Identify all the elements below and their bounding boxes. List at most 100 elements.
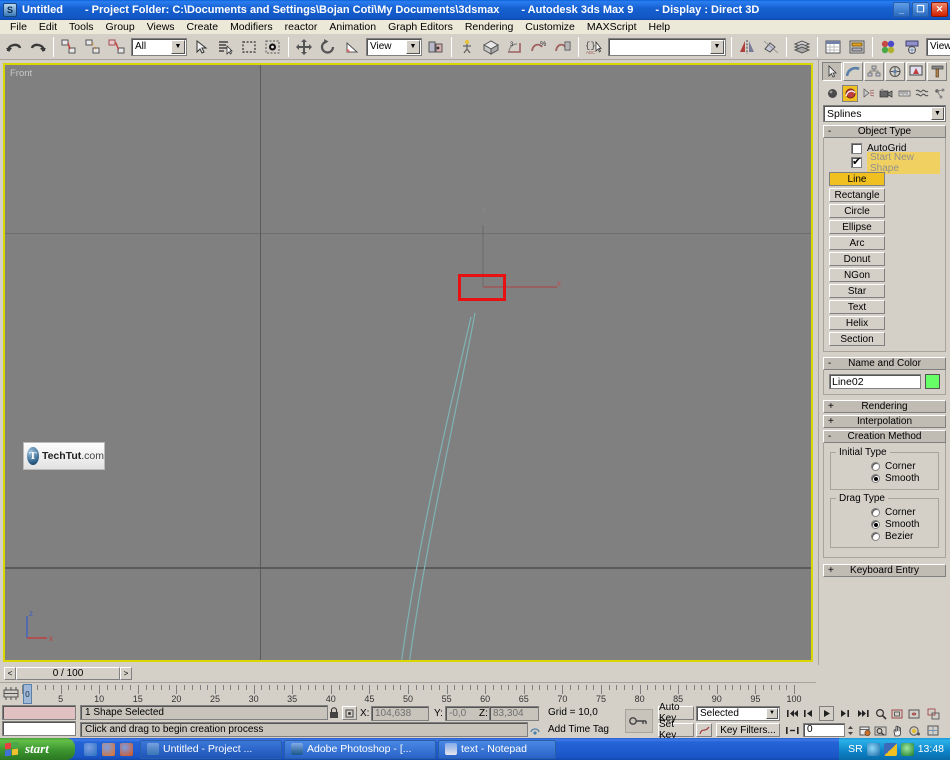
object-type-ngon-button[interactable]: NGon bbox=[829, 268, 885, 282]
go-to-start-icon[interactable] bbox=[785, 706, 800, 721]
time-slider-current-frame[interactable]: 0 / 100 bbox=[16, 667, 120, 680]
rendering-header[interactable]: + Rendering bbox=[823, 400, 946, 413]
time-slider-next-button[interactable]: > bbox=[120, 667, 132, 680]
edit-named-selection-sets-icon[interactable]: {} ABC bbox=[583, 35, 605, 58]
systems-button[interactable] bbox=[932, 84, 948, 102]
initial-type-smooth-row[interactable]: Smooth bbox=[835, 472, 934, 484]
select-and-manipulate-icon[interactable] bbox=[456, 35, 478, 58]
menu-item-file[interactable]: File bbox=[4, 20, 33, 34]
redo-icon[interactable] bbox=[27, 35, 49, 58]
drag-type-bezier-radio[interactable] bbox=[871, 531, 880, 541]
menu-item-group[interactable]: Group bbox=[100, 20, 141, 34]
taskbar-item[interactable]: Adobe Photoshop - [... bbox=[284, 739, 436, 759]
play-animation-icon[interactable] bbox=[819, 706, 834, 721]
lock-selection-icon[interactable] bbox=[326, 706, 341, 720]
bind-to-space-warp-icon[interactable] bbox=[106, 35, 128, 58]
maximize-button[interactable]: ❐ bbox=[912, 2, 929, 17]
arc-rotate-icon[interactable] bbox=[907, 723, 922, 738]
object-name-input[interactable]: Line02 bbox=[829, 374, 921, 389]
maxscript-mini-listener[interactable] bbox=[2, 705, 76, 737]
object-type-rectangle-button[interactable]: Rectangle bbox=[829, 188, 885, 202]
menu-item-edit[interactable]: Edit bbox=[33, 20, 63, 34]
object-category-combo[interactable]: Splines ▼ bbox=[823, 105, 946, 122]
key-mode-toggle-icon[interactable] bbox=[785, 723, 800, 738]
select-and-move-icon[interactable] bbox=[293, 35, 315, 58]
time-slider-prev-button[interactable]: < bbox=[4, 667, 16, 680]
select-by-name-icon[interactable] bbox=[214, 35, 236, 58]
time-configuration-icon[interactable] bbox=[857, 723, 872, 738]
x-coordinate-field[interactable]: 104,638 bbox=[371, 706, 429, 721]
object-type-header[interactable]: - Object Type bbox=[823, 125, 946, 138]
key-filters-button[interactable]: Key Filters... bbox=[716, 723, 780, 737]
go-to-end-icon[interactable] bbox=[855, 706, 870, 721]
chevron-down-icon[interactable]: ▼ bbox=[710, 39, 724, 54]
previous-frame-icon[interactable] bbox=[802, 706, 817, 721]
select-object-icon[interactable] bbox=[190, 35, 212, 58]
antivirus-icon[interactable] bbox=[900, 742, 914, 756]
cameras-button[interactable] bbox=[878, 84, 894, 102]
frame-spinner[interactable] bbox=[846, 723, 854, 737]
firefox-icon[interactable] bbox=[120, 742, 133, 756]
render-type-combo[interactable]: View ▼ bbox=[926, 37, 950, 56]
interpolation-header[interactable]: + Interpolation bbox=[823, 415, 946, 428]
display-tab[interactable] bbox=[906, 62, 926, 81]
set-key-button[interactable]: Set Key bbox=[658, 719, 694, 741]
helpers-button[interactable] bbox=[896, 84, 912, 102]
object-type-circle-button[interactable]: Circle bbox=[829, 204, 885, 218]
name-and-color-header[interactable]: - Name and Color bbox=[823, 357, 946, 370]
tray-language-indicator[interactable]: SR bbox=[848, 743, 863, 755]
undo-icon[interactable] bbox=[3, 35, 25, 58]
spinner-snap-toggle-icon[interactable] bbox=[552, 35, 574, 58]
mirror-icon[interactable] bbox=[736, 35, 758, 58]
object-type-line-button[interactable]: Line bbox=[829, 172, 885, 186]
menu-item-graph-editors[interactable]: Graph Editors bbox=[382, 20, 459, 34]
chevron-down-icon[interactable]: ▼ bbox=[766, 708, 778, 719]
menu-item-animation[interactable]: Animation bbox=[323, 20, 382, 34]
layer-manager-icon[interactable] bbox=[791, 35, 813, 58]
close-button[interactable]: ✕ bbox=[931, 2, 948, 17]
zoom-extents-all-icon[interactable] bbox=[926, 706, 941, 721]
drag-type-bezier-row[interactable]: Bezier bbox=[835, 530, 934, 542]
align-icon[interactable] bbox=[760, 35, 782, 58]
internet-explorer-icon[interactable] bbox=[84, 742, 97, 756]
field-of-view-icon[interactable] bbox=[873, 723, 888, 738]
media-player-icon[interactable] bbox=[102, 742, 115, 756]
menu-item-tools[interactable]: Tools bbox=[63, 20, 100, 34]
hierarchy-tab[interactable] bbox=[864, 62, 884, 81]
menu-item-create[interactable]: Create bbox=[181, 20, 225, 34]
drag-type-smooth-radio[interactable] bbox=[871, 519, 880, 529]
object-type-text-button[interactable]: Text bbox=[829, 300, 885, 314]
space-warps-button[interactable] bbox=[914, 84, 930, 102]
unlink-selection-icon[interactable] bbox=[82, 35, 104, 58]
chevron-down-icon[interactable]: ▼ bbox=[406, 39, 420, 54]
select-and-link-icon[interactable] bbox=[58, 35, 80, 58]
start-button[interactable]: start bbox=[0, 738, 75, 760]
track-bar[interactable]: 5 10 15 20 25 30 35 40 45 50 55 60 65 70 75 80 85 90 95 100… bbox=[0, 682, 816, 704]
menu-item-modifiers[interactable]: Modifiers bbox=[224, 20, 279, 34]
menu-item-maxscript[interactable]: MAXScript bbox=[581, 20, 643, 34]
reference-coordinate-system-combo[interactable]: View ▼ bbox=[366, 37, 422, 56]
absolute-relative-transform-toggle-icon[interactable] bbox=[342, 706, 357, 720]
named-selection-sets-combo[interactable]: ▼ bbox=[608, 37, 726, 56]
curve-editor-icon[interactable] bbox=[822, 35, 844, 58]
object-type-arc-button[interactable]: Arc bbox=[829, 236, 885, 250]
security-alert-icon[interactable] bbox=[883, 742, 897, 756]
maxscript-listener-input[interactable] bbox=[2, 721, 76, 736]
open-mini-curve-editor-icon[interactable] bbox=[3, 686, 19, 701]
initial-type-corner-radio[interactable] bbox=[871, 461, 880, 471]
motion-tab[interactable] bbox=[885, 62, 905, 81]
menu-item-views[interactable]: Views bbox=[141, 20, 181, 34]
angle-snap-toggle-icon[interactable]: 3 bbox=[504, 35, 526, 58]
selection-filter-combo[interactable]: All ▼ bbox=[131, 37, 187, 56]
minimize-button[interactable]: _ bbox=[893, 2, 910, 17]
maximize-viewport-toggle-icon[interactable] bbox=[926, 723, 941, 738]
object-type-helix-button[interactable]: Helix bbox=[829, 316, 885, 330]
next-frame-icon[interactable] bbox=[836, 706, 851, 721]
menu-item-reactor[interactable]: reactor bbox=[279, 20, 324, 34]
shapes-button[interactable] bbox=[842, 84, 858, 102]
rectangular-selection-region-icon[interactable] bbox=[238, 35, 260, 58]
zoom-icon[interactable] bbox=[873, 706, 888, 721]
use-pivot-point-center-icon[interactable] bbox=[425, 35, 447, 58]
zoom-extents-icon[interactable] bbox=[907, 706, 922, 721]
tray-clock[interactable]: 13:48 bbox=[918, 743, 944, 755]
